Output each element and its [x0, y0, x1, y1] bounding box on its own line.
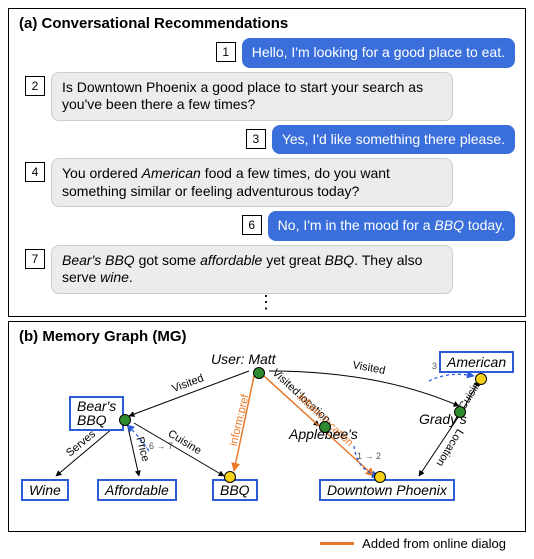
turn-number: 1 — [216, 42, 236, 62]
graph-dot — [475, 373, 487, 385]
svg-text:inform:pref: inform:pref — [228, 392, 252, 447]
text: today. — [464, 217, 505, 233]
turn-4-row: 4 You ordered American food a few times,… — [19, 158, 515, 207]
system-bubble: You ordered American food a few times, d… — [51, 158, 453, 207]
panel-conversation: (a) Conversational Recommendations 1 Hel… — [8, 8, 526, 317]
legend-swatch-icon — [320, 542, 354, 545]
graph-dot — [224, 471, 236, 483]
user-bubble: Yes, I'd like something there please. — [272, 125, 515, 155]
graph-dot — [454, 406, 466, 418]
turn-6-row: 6 No, I'm in the mood for a BBQ today. — [19, 211, 515, 241]
turn-7-row: 7 Bear's BBQ got some affordable yet gre… — [19, 245, 515, 294]
italic: Bear's BBQ — [62, 252, 135, 268]
node-wine: Wine — [21, 479, 69, 501]
text: No, I'm in the mood for a — [278, 217, 435, 233]
text: You ordered — [62, 165, 142, 181]
node-user: User: Matt — [211, 351, 276, 367]
node-affordable: Affordable — [97, 479, 177, 501]
section-a-title: (a) Conversational Recommendations — [19, 15, 515, 32]
edge-step: 1 → 2 — [357, 451, 381, 461]
graph-dot — [119, 414, 131, 426]
node-bbq: BBQ — [212, 479, 258, 501]
italic: affordable — [200, 252, 262, 268]
turn-number: 6 — [242, 215, 262, 235]
user-bubble: Hello, I'm looking for a good place to e… — [242, 38, 515, 68]
turn-3-row: 3 Yes, I'd like something there please. — [19, 125, 515, 155]
graph-dot — [253, 367, 265, 379]
turn-number: 7 — [25, 249, 45, 269]
turn-number: 4 — [25, 162, 45, 182]
node-american: American — [439, 351, 514, 373]
panel-memory-graph: (b) Memory Graph (MG) Visited Visited — [8, 321, 526, 532]
text: . — [129, 269, 133, 285]
italic: American — [142, 165, 201, 181]
turn-2-row: 2 Is Downtown Phoenix a good place to st… — [19, 72, 515, 121]
system-bubble: Is Downtown Phoenix a good place to star… — [51, 72, 453, 121]
italic: BBQ — [434, 217, 464, 233]
edge-step: 6 → 7 — [149, 441, 173, 451]
edge-label: inform:pref — [228, 392, 252, 447]
edge-label: Visited — [170, 372, 205, 395]
node-bears-bbq: Bear's BBQ — [69, 396, 124, 431]
user-bubble: No, I'm in the mood for a BBQ today. — [268, 211, 515, 241]
text: Bear's BBQ — [77, 398, 116, 429]
edge-label: Visited — [352, 359, 387, 377]
text: yet great — [262, 252, 324, 268]
legend: Added from online dialog — [8, 536, 526, 551]
italic: wine — [100, 269, 129, 285]
legend-label: Added from online dialog — [362, 536, 506, 551]
system-bubble: Bear's BBQ got some affordable yet great… — [51, 245, 453, 294]
turn-1-row: 1 Hello, I'm looking for a good place to… — [19, 38, 515, 68]
node-downtown: Downtown Phoenix — [319, 479, 455, 501]
section-b-title: (b) Memory Graph (MG) — [19, 328, 515, 345]
graph-dot — [374, 471, 386, 483]
ellipsis-icon: ⋮ — [19, 298, 515, 306]
turn-number: 3 — [246, 129, 266, 149]
graph-dot — [319, 421, 331, 433]
text: got some — [135, 252, 200, 268]
svg-text:Visited: Visited — [352, 359, 387, 377]
svg-text:Visited: Visited — [170, 372, 205, 395]
italic: BBQ — [325, 252, 355, 268]
memory-graph: Visited Visited Visited:location Cuisine… — [19, 351, 517, 521]
turn-number: 2 — [25, 76, 45, 96]
